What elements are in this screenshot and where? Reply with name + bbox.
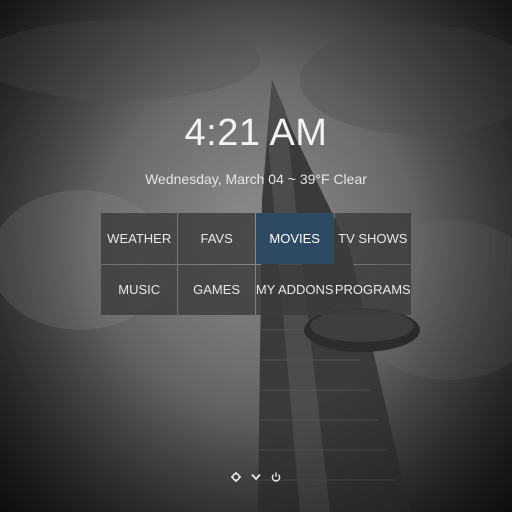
menu-item-programs[interactable]: PROGRAMS xyxy=(334,264,411,315)
clock-time: 4:21 AM xyxy=(184,112,328,154)
menu-item-movies[interactable]: MOVIES xyxy=(255,213,334,264)
menu-item-my-addons[interactable]: MY ADDONS xyxy=(255,264,334,315)
date-weather-line: Wednesday, March 04 ~ 39°F Clear xyxy=(145,171,367,187)
menu-item-music[interactable]: MUSIC xyxy=(101,264,178,315)
power-icon[interactable] xyxy=(270,470,282,484)
gear-icon[interactable] xyxy=(230,470,242,484)
menu-item-games[interactable]: GAMES xyxy=(178,264,255,315)
chevron-down-icon[interactable] xyxy=(250,470,262,484)
menu-item-tv-shows[interactable]: TV SHOWS xyxy=(334,213,411,264)
main-menu-grid: WEATHER FAVS MOVIES TV SHOWS MUSIC GAMES… xyxy=(101,213,411,315)
home-screen: 4:21 AM Wednesday, March 04 ~ 39°F Clear… xyxy=(0,0,512,512)
menu-item-favs[interactable]: FAVS xyxy=(178,213,255,264)
menu-item-weather[interactable]: WEATHER xyxy=(101,213,178,264)
footer-controls xyxy=(0,470,512,484)
